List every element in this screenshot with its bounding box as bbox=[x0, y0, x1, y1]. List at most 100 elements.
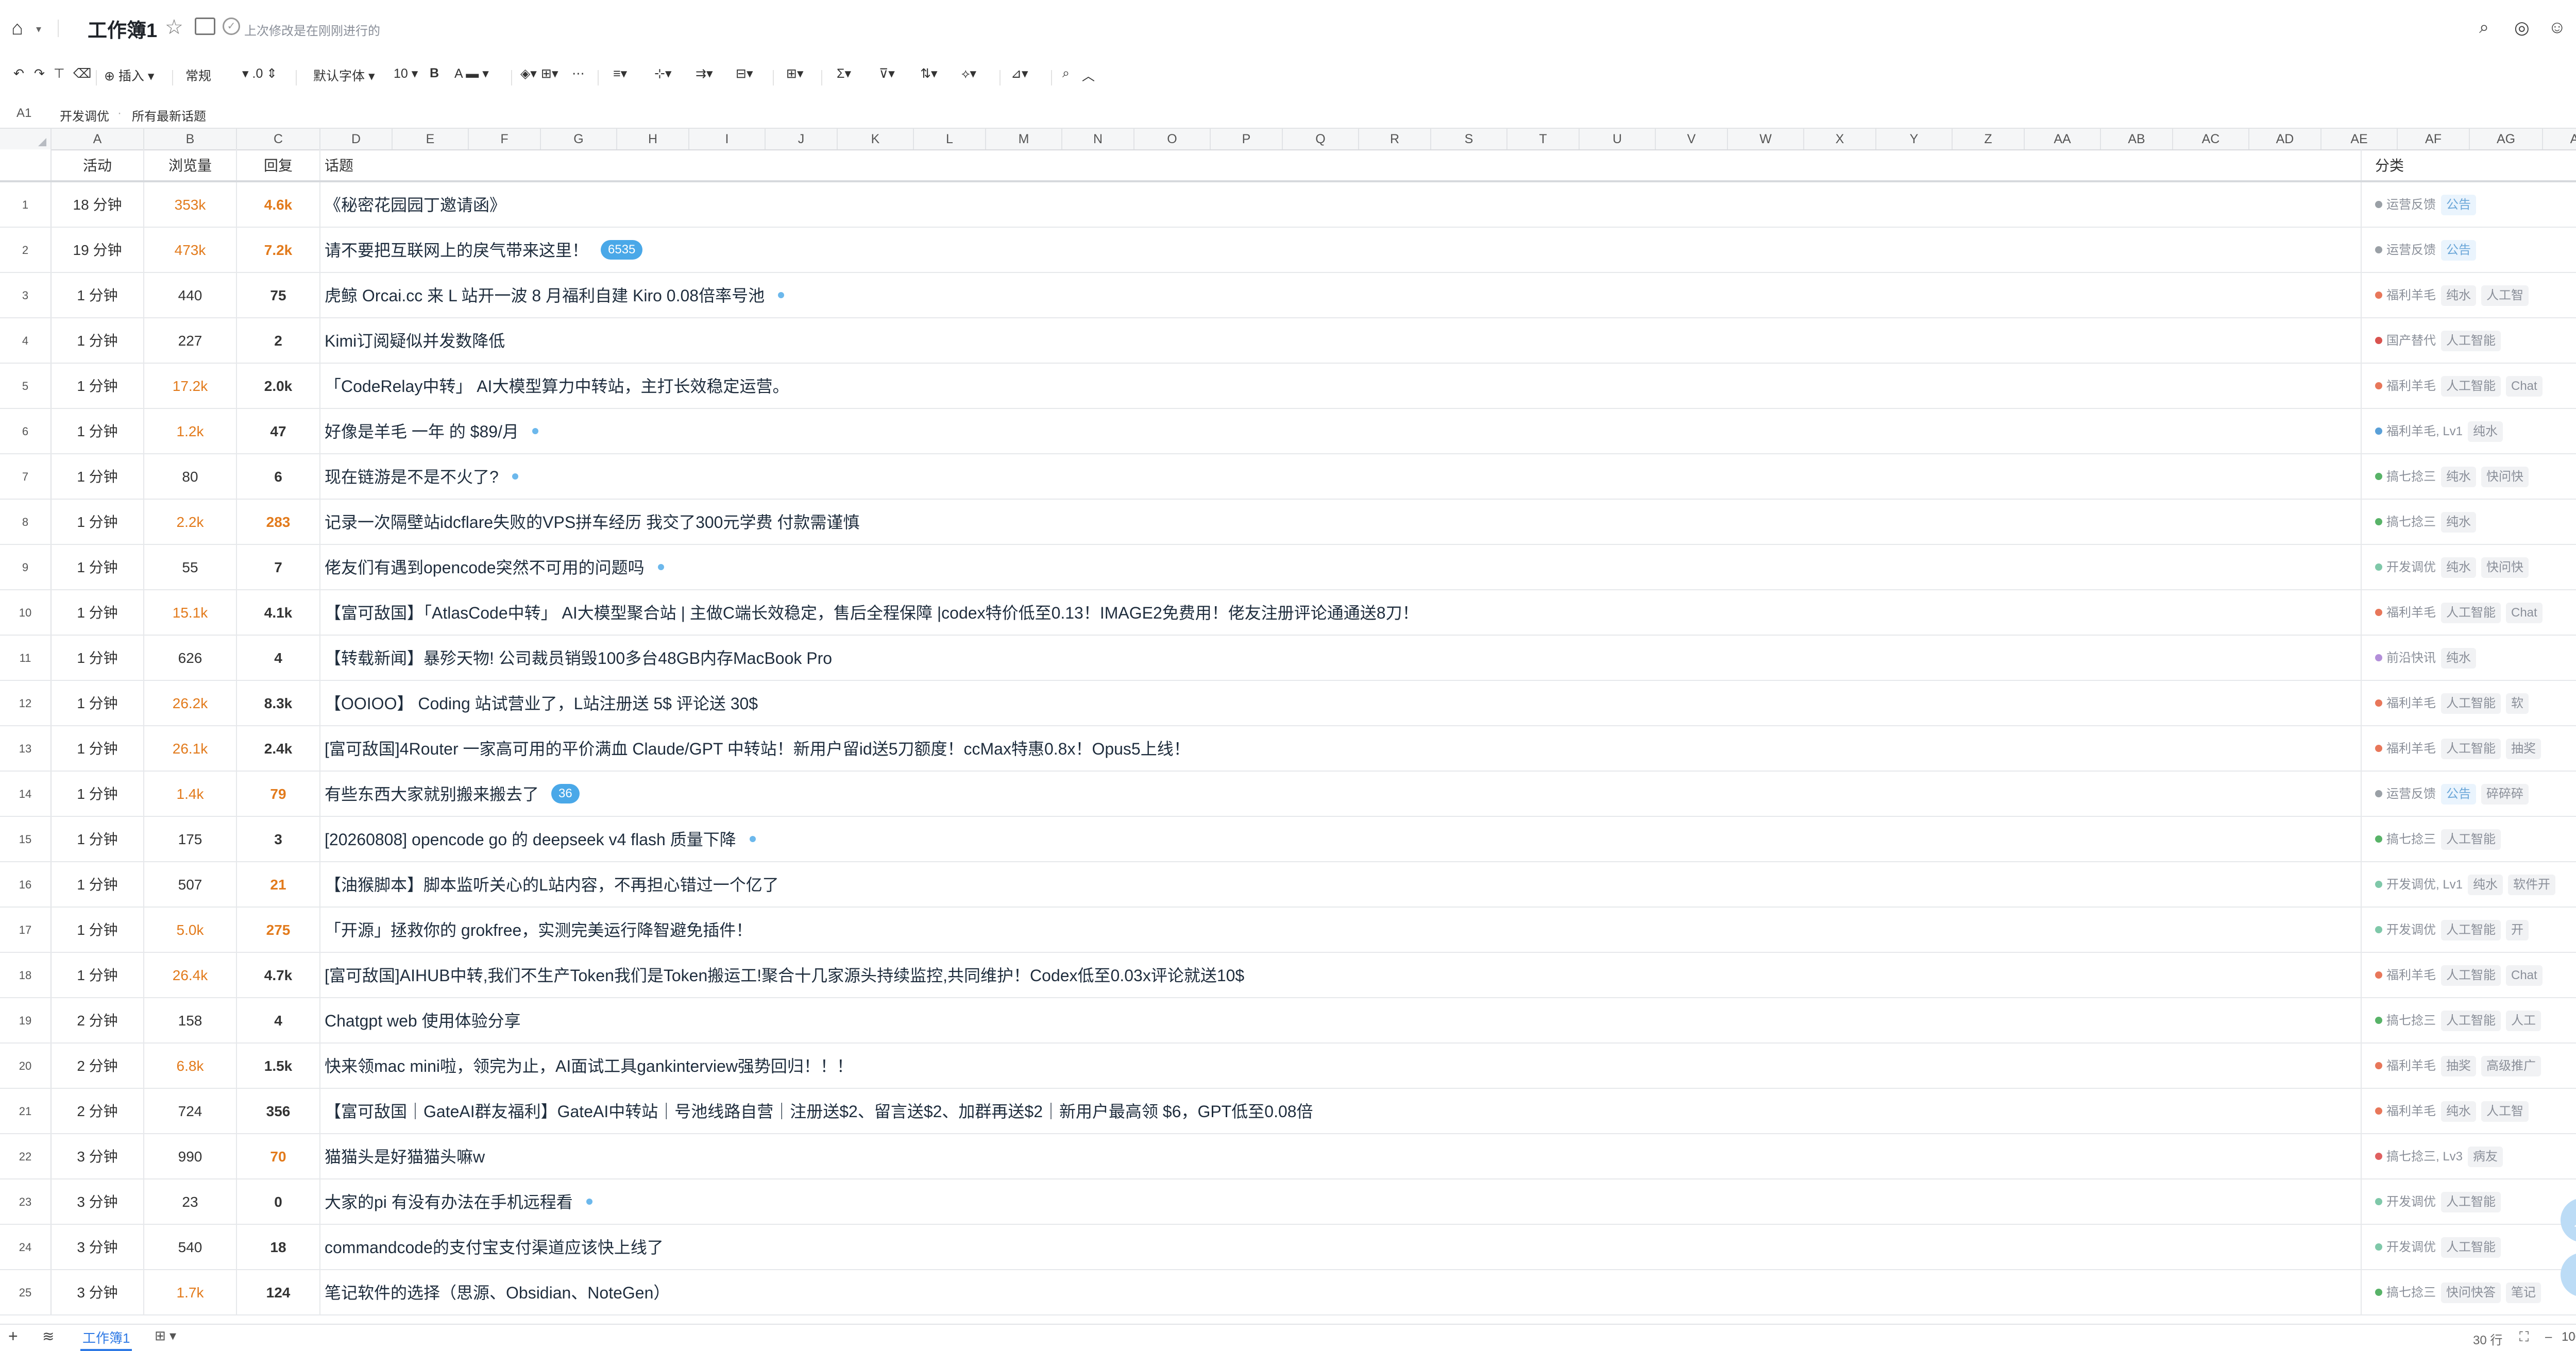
category-cell[interactable]: 搞七捻三 人工智能 bbox=[2362, 817, 2576, 861]
topic-cell[interactable]: 《秘密花园园丁邀请函》 bbox=[320, 182, 2362, 227]
activity-cell[interactable]: 2 分钟 bbox=[52, 1044, 144, 1088]
activity-cell[interactable]: 1 分钟 bbox=[52, 454, 144, 499]
topic-title[interactable]: 猫猫头是好猫猫头嘛w bbox=[325, 1148, 485, 1166]
category-cell[interactable]: 开发调优, Lv1 纯水 软件开 bbox=[2362, 862, 2576, 907]
category-label[interactable]: 开发调优 bbox=[2375, 908, 2436, 952]
topic-tag[interactable]: 纯水 bbox=[2441, 648, 2476, 669]
topic-title[interactable]: 快来领mac mini啦，领完为止，AI面试工具gankinterview强势回… bbox=[325, 1057, 853, 1075]
topic-tag[interactable]: 高级推广 bbox=[2481, 1056, 2541, 1076]
row-number[interactable]: 19 bbox=[0, 998, 52, 1042]
views-cell[interactable]: 175 bbox=[144, 817, 237, 861]
more-icon[interactable]: ⋯ bbox=[572, 66, 585, 81]
row-number[interactable]: 24 bbox=[0, 1225, 52, 1269]
topic-title[interactable]: 有些东西大家就别搬来搬去了 bbox=[325, 785, 539, 803]
category-cell[interactable]: 搞七捻三 人工智能 人工 bbox=[2362, 998, 2576, 1042]
category-label[interactable]: 开发调优, Lv1 bbox=[2375, 862, 2463, 907]
replies-cell[interactable]: 4 bbox=[237, 998, 320, 1042]
topic-title[interactable]: 佬友们有遇到opencode突然不可用的问题吗 bbox=[325, 558, 645, 577]
topic-cell[interactable]: Chatgpt web 使用体验分享 bbox=[320, 998, 2362, 1042]
topic-title[interactable]: [20260808] opencode go 的 deepseek v4 fla… bbox=[325, 830, 736, 849]
zoom-level[interactable]: 100% bbox=[2562, 1330, 2576, 1344]
views-cell[interactable]: 227 bbox=[144, 318, 237, 363]
views-cell[interactable]: 507 bbox=[144, 862, 237, 907]
views-cell[interactable]: 353k bbox=[144, 182, 237, 227]
activity-cell[interactable]: 1 分钟 bbox=[52, 817, 144, 861]
topic-title[interactable]: 《秘密花园园丁邀请函》 bbox=[325, 196, 506, 214]
topic-tag[interactable]: 人工智能 bbox=[2441, 331, 2501, 351]
topic-cell[interactable]: [富可敌国]AIHUB中转,我们不生产Token我们是Token搬运工!聚合十几… bbox=[320, 953, 2362, 997]
column-header[interactable]: I bbox=[689, 129, 766, 149]
merge-cells-icon[interactable]: ⊟▾ bbox=[736, 66, 753, 81]
topic-title[interactable]: 现在链游是不是不火了? bbox=[325, 468, 499, 486]
topic-tag[interactable]: 人工智能 bbox=[2441, 603, 2501, 623]
activity-cell[interactable]: 1 分钟 bbox=[52, 953, 144, 997]
views-cell[interactable]: 55 bbox=[144, 545, 237, 589]
sheet-tab[interactable]: 工作簿1 bbox=[80, 1328, 132, 1351]
views-cell[interactable]: 626 bbox=[144, 636, 237, 680]
topic-tag[interactable]: 软件开 bbox=[2508, 875, 2556, 895]
topic-tag[interactable]: 快问快 bbox=[2481, 467, 2529, 487]
views-cell[interactable]: 23 bbox=[144, 1179, 237, 1224]
row-number[interactable]: 14 bbox=[0, 772, 52, 816]
category-cell[interactable]: 搞七捻三 纯水 bbox=[2362, 500, 2576, 544]
row-number[interactable]: 22 bbox=[0, 1134, 52, 1178]
row-number[interactable]: 1 bbox=[0, 182, 52, 227]
replies-cell[interactable]: 70 bbox=[237, 1134, 320, 1178]
activity-cell[interactable]: 1 分钟 bbox=[52, 726, 144, 771]
activity-cell[interactable]: 1 分钟 bbox=[52, 636, 144, 680]
topic-title[interactable]: 【富可敌国｜GateAI群友福利】GateAI中转站｜号池线路自营｜注册送$2、… bbox=[325, 1102, 1313, 1121]
topic-tag[interactable]: 人工智能 bbox=[2441, 920, 2501, 940]
topic-title[interactable]: [富可敌国]4Router 一家高可用的平价满血 Claude/GPT 中转站！… bbox=[325, 740, 1190, 758]
activity-cell[interactable]: 1 分钟 bbox=[52, 862, 144, 907]
category-cell[interactable]: 福利羊毛 人工智能 Chat bbox=[2362, 590, 2576, 635]
replies-cell[interactable]: 124 bbox=[237, 1270, 320, 1314]
topic-title[interactable]: [富可敌国]AIHUB中转,我们不生产Token我们是Token搬运工!聚合十几… bbox=[325, 966, 1244, 985]
column-header[interactable]: M bbox=[986, 129, 1062, 149]
activity-cell[interactable]: 1 分钟 bbox=[52, 908, 144, 952]
row-number[interactable]: 8 bbox=[0, 500, 52, 544]
header-cell-topic[interactable]: 话题 bbox=[320, 149, 2362, 180]
category-label[interactable]: 福利羊毛 bbox=[2375, 273, 2436, 317]
category-label[interactable]: 福利羊毛 bbox=[2375, 364, 2436, 408]
column-header[interactable]: Z bbox=[1953, 129, 2025, 149]
category-label[interactable]: 福利羊毛 bbox=[2375, 681, 2436, 725]
row-number[interactable]: 17 bbox=[0, 908, 52, 952]
category-cell[interactable]: 开发调优 人工智能开 bbox=[2362, 908, 2576, 952]
topic-tag[interactable]: 人工智能 bbox=[2441, 1011, 2501, 1031]
category-cell[interactable]: 福利羊毛 人工智能 Chat bbox=[2362, 953, 2576, 997]
replies-cell[interactable]: 2.4k bbox=[237, 726, 320, 771]
topic-tag[interactable]: 纯水 bbox=[2441, 512, 2476, 533]
globe-icon[interactable]: ◎ bbox=[2514, 18, 2530, 38]
column-header[interactable]: B bbox=[144, 129, 237, 149]
column-header[interactable]: S bbox=[1431, 129, 1507, 149]
topic-tag[interactable]: 人工智能 bbox=[2441, 693, 2501, 714]
replies-cell[interactable]: 75 bbox=[237, 273, 320, 317]
topic-tag[interactable]: 人工智能 bbox=[2441, 965, 2501, 986]
row-number[interactable]: 15 bbox=[0, 817, 52, 861]
chevron-down-icon[interactable]: ▾ bbox=[36, 23, 41, 36]
row-number[interactable]: 21 bbox=[0, 1089, 52, 1133]
star-icon[interactable]: ☆ bbox=[165, 15, 183, 39]
collapse-toolbar-icon[interactable]: ︿ bbox=[1082, 66, 1095, 84]
replies-cell[interactable]: 1.5k bbox=[237, 1044, 320, 1088]
category-label[interactable]: 搞七捻三 bbox=[2375, 454, 2436, 499]
select-all-corner[interactable] bbox=[0, 129, 52, 149]
activity-cell[interactable]: 2 分钟 bbox=[52, 1089, 144, 1133]
row-number[interactable]: 4 bbox=[0, 318, 52, 363]
category-cell[interactable]: 福利羊毛, Lv1 纯水 bbox=[2362, 409, 2576, 453]
topic-tag[interactable]: 纯水 bbox=[2441, 557, 2476, 578]
replies-cell[interactable]: 4 bbox=[237, 636, 320, 680]
views-cell[interactable]: 724 bbox=[144, 1089, 237, 1133]
column-header[interactable]: O bbox=[1134, 129, 1211, 149]
views-cell[interactable]: 1.4k bbox=[144, 772, 237, 816]
row-number[interactable]: 20 bbox=[0, 1044, 52, 1088]
topic-tag[interactable]: 纯水 bbox=[2441, 467, 2476, 487]
replies-cell[interactable]: 4.1k bbox=[237, 590, 320, 635]
replies-cell[interactable]: 7 bbox=[237, 545, 320, 589]
category-cell[interactable]: 福利羊毛 纯水 人工智 bbox=[2362, 273, 2576, 317]
activity-cell[interactable]: 3 分钟 bbox=[52, 1179, 144, 1224]
topic-title[interactable]: 笔记软件的选择（思源、Obsidian、NoteGen） bbox=[325, 1284, 670, 1302]
workbook-title[interactable]: 工作簿1 bbox=[88, 14, 157, 43]
column-header[interactable]: G bbox=[541, 129, 617, 149]
topic-cell[interactable]: 大家的pi 有没有办法在手机远程看 bbox=[320, 1179, 2362, 1224]
